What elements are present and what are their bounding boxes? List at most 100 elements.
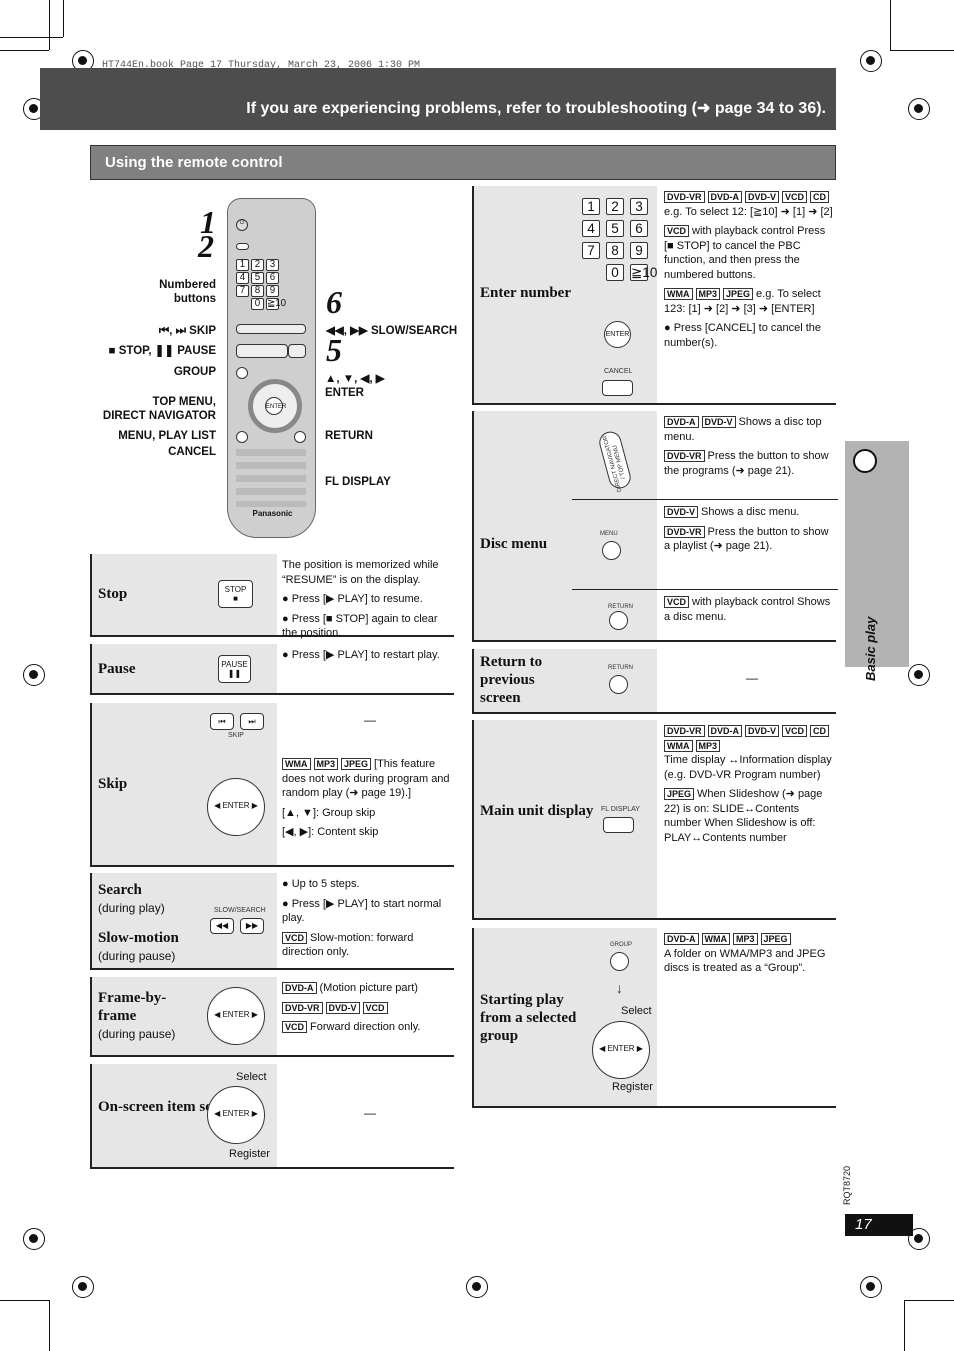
row-label: Main unit display bbox=[480, 803, 594, 819]
remote-label: Numbered buttons bbox=[159, 279, 216, 305]
power-icon: ⏻ bbox=[236, 219, 248, 231]
number-key: 6 bbox=[266, 272, 279, 284]
number-key: 0 bbox=[251, 298, 264, 310]
description-paragraph: VCD with playback control Shows a disc me… bbox=[664, 595, 836, 624]
row-description: DVD-A DVD-V Shows a disc top menu. DVD-VR Pr… bbox=[664, 415, 836, 483]
description-text: Time display ↔Information display (e.g. … bbox=[664, 754, 832, 781]
group-button-icon bbox=[610, 952, 629, 971]
number-key: ≧10 bbox=[630, 264, 658, 281]
description-paragraph: WMA MP3 JPEG [This feature does not work du… bbox=[282, 757, 454, 801]
rewind-icon: ◀◀ bbox=[210, 918, 234, 934]
description-paragraph: DVD-VR DVD-A DVD-V VCD CD e.g. To select 12: … bbox=[664, 190, 836, 219]
disc-type-badge: DVD-V bbox=[325, 1001, 360, 1014]
disc-type-badge: DVD-A bbox=[664, 933, 699, 945]
navigation-pad-icon: ◀ ENTER ▶ bbox=[207, 1086, 265, 1144]
remote-label: ◀◀, ▶▶ SLOW/SEARCH bbox=[326, 325, 458, 337]
disc-type-badge: DVD-A bbox=[707, 725, 743, 737]
down-arrow-icon: ↓ bbox=[616, 980, 623, 996]
troubleshooting-title: If you are experiencing problems, refer … bbox=[246, 100, 826, 117]
row-label-text: Search bbox=[98, 882, 142, 898]
number-key: 8 bbox=[606, 242, 624, 259]
description-paragraph: WMA MP3 JPEG e.g. To select 123: [1] ➜ [2] … bbox=[664, 287, 836, 316]
description-paragraph: ● Press [■ STOP] again to clear the posi… bbox=[282, 612, 454, 641]
row-label-text: Slow-motion bbox=[98, 930, 179, 946]
disc-type-badge: DVD-VR bbox=[664, 450, 705, 462]
remote-function-buttons bbox=[236, 449, 306, 507]
disc-type-badge: VCD bbox=[782, 191, 808, 203]
description-paragraph: DVD-A (Motion picture part) bbox=[282, 981, 454, 996]
crop-mark bbox=[0, 50, 49, 51]
chapter-title: Basic play bbox=[863, 616, 878, 681]
crop-mark bbox=[49, 1300, 50, 1351]
remote-label: MENU, PLAY LIST bbox=[118, 430, 216, 442]
page-number: 17 bbox=[845, 1214, 913, 1236]
number-key: 1 bbox=[236, 259, 249, 271]
registration-mark bbox=[908, 98, 930, 120]
crop-mark bbox=[890, 0, 891, 50]
registration-mark bbox=[23, 1228, 45, 1250]
number-key: 3 bbox=[266, 259, 279, 271]
navigation-pad-icon: ◀ ENTER ▶ bbox=[592, 1021, 650, 1079]
disc-type-badge: JPEG bbox=[341, 758, 372, 770]
disc-type-badge: WMA bbox=[701, 933, 730, 945]
disc-type-badge: DVD-VR bbox=[664, 191, 705, 203]
remote-menu-button bbox=[236, 431, 248, 443]
description-paragraph: VCD with playback control Press [■ STOP] … bbox=[664, 224, 836, 282]
disc-type-badge: VCD bbox=[664, 225, 690, 237]
description-text: e.g. To select 12: [≧10] ➜ [1] ➜ [2] bbox=[664, 205, 833, 218]
description-paragraph: DVD-A DVD-V Shows a disc top menu. bbox=[664, 415, 836, 444]
group-caption: GROUP bbox=[610, 942, 633, 948]
remote-enter-button: ENTER bbox=[265, 397, 286, 415]
disc-type-badge: MP3 bbox=[733, 933, 758, 945]
register-caption: Register bbox=[612, 1081, 653, 1093]
crop-mark bbox=[49, 0, 50, 50]
navigation-pad-icon: ◀ ENTER ▶ bbox=[207, 778, 265, 836]
disc-type-badge: DVD-VR bbox=[664, 725, 705, 737]
fl-display-caption: FL DISPLAY bbox=[601, 806, 640, 813]
disc-type-badge: DVD-VR bbox=[282, 1001, 323, 1014]
menu-button-icon bbox=[602, 541, 621, 560]
crop-mark bbox=[0, 1300, 49, 1301]
number-key: 4 bbox=[582, 220, 600, 237]
enter-button-icon: ENTER bbox=[604, 321, 631, 348]
menu-caption: MENU bbox=[600, 531, 618, 537]
description-paragraph: The position is memorized while “RESUME”… bbox=[282, 558, 454, 587]
crop-mark bbox=[890, 50, 954, 51]
remote-dvd-button bbox=[236, 243, 249, 250]
description-text: ● Press [▶ PLAY] to resume. bbox=[282, 593, 423, 605]
row-enter-number: Enter number 1 2 3 4 5 6 7 8 9 0 ≧10 ENTER CANCEL … bbox=[472, 186, 836, 405]
register-caption: Register bbox=[229, 1148, 270, 1160]
row-label: Pause bbox=[98, 661, 136, 677]
number-key: 7 bbox=[582, 242, 600, 259]
description-text: ● Press [▶ PLAY] to restart play. bbox=[282, 649, 440, 661]
registration-mark bbox=[23, 664, 45, 686]
row-search-slow-motion: Search (during play) Slow-motion (during p… bbox=[90, 873, 454, 970]
description-paragraph: DVD-VR DVD-A DVD-V VCD CD WMA MP3 Time display … bbox=[664, 724, 836, 782]
disc-type-badge: VCD bbox=[282, 1021, 308, 1033]
description-text: The position is memorized while “RESUME”… bbox=[282, 559, 439, 586]
remote-stop-pause-buttons bbox=[236, 344, 288, 358]
number-key: 9 bbox=[630, 242, 648, 259]
fl-display-button-icon bbox=[603, 817, 634, 833]
fast-forward-icon: ▶▶ bbox=[240, 918, 264, 934]
return-caption: RETURN bbox=[608, 665, 633, 671]
description-paragraph: ● Press [▶ PLAY] to restart play. bbox=[282, 648, 454, 663]
registration-mark bbox=[72, 1276, 94, 1298]
no-description-dash: — bbox=[364, 713, 376, 727]
row-starting-play-group: Starting play from a selected group GROU… bbox=[472, 928, 836, 1108]
stop-button-icon: STOP ■ bbox=[218, 580, 253, 608]
remote-label: CANCEL bbox=[168, 446, 216, 458]
remote-group-button bbox=[236, 367, 248, 379]
number-key: 7 bbox=[236, 285, 249, 297]
disc-type-badge: CD bbox=[810, 191, 830, 203]
cancel-button-icon bbox=[602, 380, 633, 396]
select-caption: Select bbox=[621, 1005, 652, 1017]
description-text: ● Press [▶ PLAY] to start normal play. bbox=[282, 897, 442, 925]
number-key: 5 bbox=[251, 272, 264, 284]
row-skip: Skip ⏮ ⏭ SKIP ◀ ENTER ▶ — WMA MP3 JPEG [Thi… bbox=[90, 703, 454, 867]
remote-label: ■ STOP, ❚❚ PAUSE bbox=[108, 345, 216, 357]
number-key: 2 bbox=[606, 198, 624, 215]
registration-mark bbox=[908, 664, 930, 686]
no-description-dash: — bbox=[364, 1106, 376, 1120]
remote-skip-search-buttons bbox=[236, 324, 306, 334]
